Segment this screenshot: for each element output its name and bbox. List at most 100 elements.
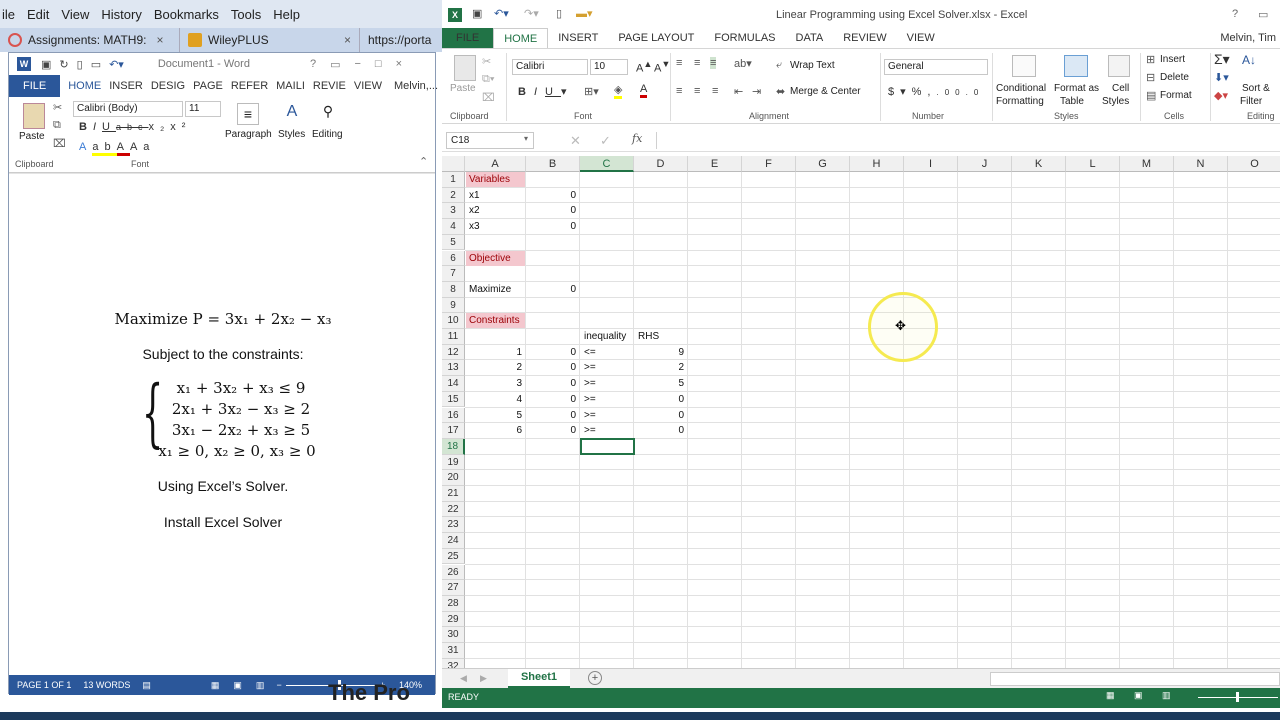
cell-b14[interactable]: 0 xyxy=(527,376,579,391)
undo-icon[interactable]: ↶▾ xyxy=(494,7,509,20)
name-box-dropdown-icon[interactable]: ▾ xyxy=(524,134,528,143)
minimize-icon[interactable]: − xyxy=(354,58,360,70)
column-header-j[interactable]: J xyxy=(958,156,1012,172)
cell-b17[interactable]: 0 xyxy=(527,423,579,438)
align-center-icon[interactable]: ≡ xyxy=(694,85,700,97)
excel-tab-file[interactable]: FILE xyxy=(442,28,494,48)
excel-tab-review[interactable]: REVIEW xyxy=(833,28,896,48)
column-header-c[interactable]: C xyxy=(580,156,634,172)
merge-center-button[interactable]: Merge & Center xyxy=(790,86,861,97)
strikethrough-icon[interactable]: abc xyxy=(116,122,149,132)
cell-styles-icon[interactable] xyxy=(1108,55,1130,77)
enter-icon[interactable]: ✓ xyxy=(600,133,611,149)
currency-icon[interactable]: $▾ xyxy=(888,86,912,98)
word-tab-file[interactable]: FILE xyxy=(9,75,61,97)
new-doc-icon[interactable]: ▯ xyxy=(77,58,83,71)
collapse-ribbon-icon[interactable]: ⌃ xyxy=(419,155,428,168)
word-tab-review[interactable]: REVIE xyxy=(309,80,350,92)
cell-a1[interactable]: Variables xyxy=(466,172,525,187)
insert-function-icon[interactable]: fx xyxy=(632,132,642,145)
column-header-d[interactable]: D xyxy=(634,156,688,172)
row-header-28[interactable]: 28 xyxy=(442,595,465,612)
increase-decimal-icon[interactable]: .00 xyxy=(936,88,965,97)
styles-icon[interactable]: A xyxy=(281,103,303,125)
row-header-5[interactable]: 5 xyxy=(442,234,465,251)
align-right-icon[interactable]: ≡ xyxy=(712,85,718,97)
cell-a13[interactable]: 2 xyxy=(466,360,525,375)
menu-edit[interactable]: Edit xyxy=(25,7,51,22)
cell-b13[interactable]: 0 xyxy=(527,360,579,375)
new-workbook-icon[interactable]: ▯ xyxy=(556,7,562,20)
column-header-a[interactable]: A xyxy=(465,156,526,172)
cell-a12[interactable]: 1 xyxy=(466,345,525,360)
cell-b2[interactable]: 0 xyxy=(527,188,579,203)
wrap-text-button[interactable]: Wrap Text xyxy=(790,60,835,71)
proofing-icon[interactable]: ▤ xyxy=(142,680,151,691)
cell-a16[interactable]: 5 xyxy=(466,408,525,423)
horizontal-scrollbar[interactable] xyxy=(990,672,1280,686)
cell-d15[interactable]: 0 xyxy=(635,392,687,407)
bold-icon[interactable]: B xyxy=(79,121,93,133)
row-header-15[interactable]: 15 xyxy=(442,391,465,408)
cell-b4[interactable]: 0 xyxy=(527,219,579,234)
column-header-i[interactable]: I xyxy=(904,156,958,172)
row-header-30[interactable]: 30 xyxy=(442,627,465,643)
increase-indent-icon[interactable]: ⇥ xyxy=(752,85,761,98)
row-header-9[interactable]: 9 xyxy=(442,297,465,314)
word-tab-references[interactable]: REFER xyxy=(227,80,272,92)
zoom-out-icon[interactable]: − xyxy=(276,680,281,690)
redo-icon[interactable]: ↷▾ xyxy=(524,7,539,20)
sort-filter-icon[interactable]: A↓ xyxy=(1242,53,1256,67)
cell-a14[interactable]: 3 xyxy=(466,376,525,391)
row-header-21[interactable]: 21 xyxy=(442,486,465,502)
word-tab-insert[interactable]: INSER xyxy=(105,80,147,92)
menu-view[interactable]: View xyxy=(59,7,91,22)
fill-icon[interactable]: ⬇▾ xyxy=(1214,71,1229,84)
cell-d13[interactable]: 2 xyxy=(635,360,687,375)
row-header-25[interactable]: 25 xyxy=(442,548,465,565)
menu-bookmarks[interactable]: Bookmarks xyxy=(152,7,221,22)
sort-filter-label1[interactable]: Sort & xyxy=(1242,83,1270,94)
open-icon[interactable]: ▭ xyxy=(91,58,101,71)
row-header-3[interactable]: 3 xyxy=(442,203,465,220)
paste-icon[interactable] xyxy=(454,55,476,81)
word-font-name-select[interactable]: Calibri (Body) xyxy=(73,101,183,117)
page-count[interactable]: PAGE 1 OF 1 xyxy=(17,680,71,690)
cell-b15[interactable]: 0 xyxy=(527,392,579,407)
insert-cells-button[interactable]: Insert xyxy=(1160,54,1185,65)
format-painter-icon[interactable]: ⌧ xyxy=(53,137,66,150)
cell-a6[interactable]: Objective xyxy=(466,250,525,266)
cell-c16[interactable]: >= xyxy=(581,408,633,423)
text-effects-icon[interactable]: A xyxy=(79,141,92,153)
autosum-icon[interactable]: Σ▾ xyxy=(1214,51,1230,68)
highlight-icon[interactable]: ab xyxy=(92,141,117,156)
grow-font-icon[interactable]: A▲ xyxy=(636,59,652,75)
row-header-23[interactable]: 23 xyxy=(442,517,465,534)
ribbon-options-icon[interactable]: ▭ xyxy=(1258,8,1268,21)
menu-history[interactable]: History xyxy=(99,7,143,22)
insert-cells-icon[interactable]: ⊞ xyxy=(1146,53,1155,66)
sheet-tab-sheet1[interactable]: Sheet1 xyxy=(508,669,570,688)
maximize-icon[interactable]: □ xyxy=(375,58,382,70)
formula-input[interactable] xyxy=(656,132,1276,149)
conditional-formatting-label1[interactable]: Conditional xyxy=(996,83,1046,94)
row-header-29[interactable]: 29 xyxy=(442,611,465,628)
row-header-32[interactable]: 32 xyxy=(442,658,465,668)
normal-view-icon[interactable]: ▦ xyxy=(1106,690,1115,701)
row-header-12[interactable]: 12 xyxy=(442,344,465,361)
word-font-size-select[interactable]: 11 xyxy=(185,101,221,117)
cell-d16[interactable]: 0 xyxy=(635,408,687,423)
row-header-2[interactable]: 2 xyxy=(442,187,465,204)
excel-user[interactable]: Melvin, Tim xyxy=(1220,32,1276,44)
conditional-formatting-icon[interactable] xyxy=(1012,55,1036,77)
column-header-k[interactable]: K xyxy=(1012,156,1066,172)
copy-icon[interactable]: ⧉ xyxy=(53,119,61,132)
column-header-o[interactable]: O xyxy=(1228,156,1280,172)
page-break-view-icon[interactable]: ▥ xyxy=(1162,690,1171,701)
zoom-thumb[interactable] xyxy=(1236,692,1239,702)
close-tab-icon[interactable]: × xyxy=(156,33,163,47)
binoculars-icon[interactable]: ⚲ xyxy=(317,103,339,125)
save-icon[interactable]: ▣ xyxy=(41,58,51,71)
wrap-text-icon[interactable]: ⤶ xyxy=(776,59,782,72)
close-tab-icon[interactable]: × xyxy=(344,33,351,47)
